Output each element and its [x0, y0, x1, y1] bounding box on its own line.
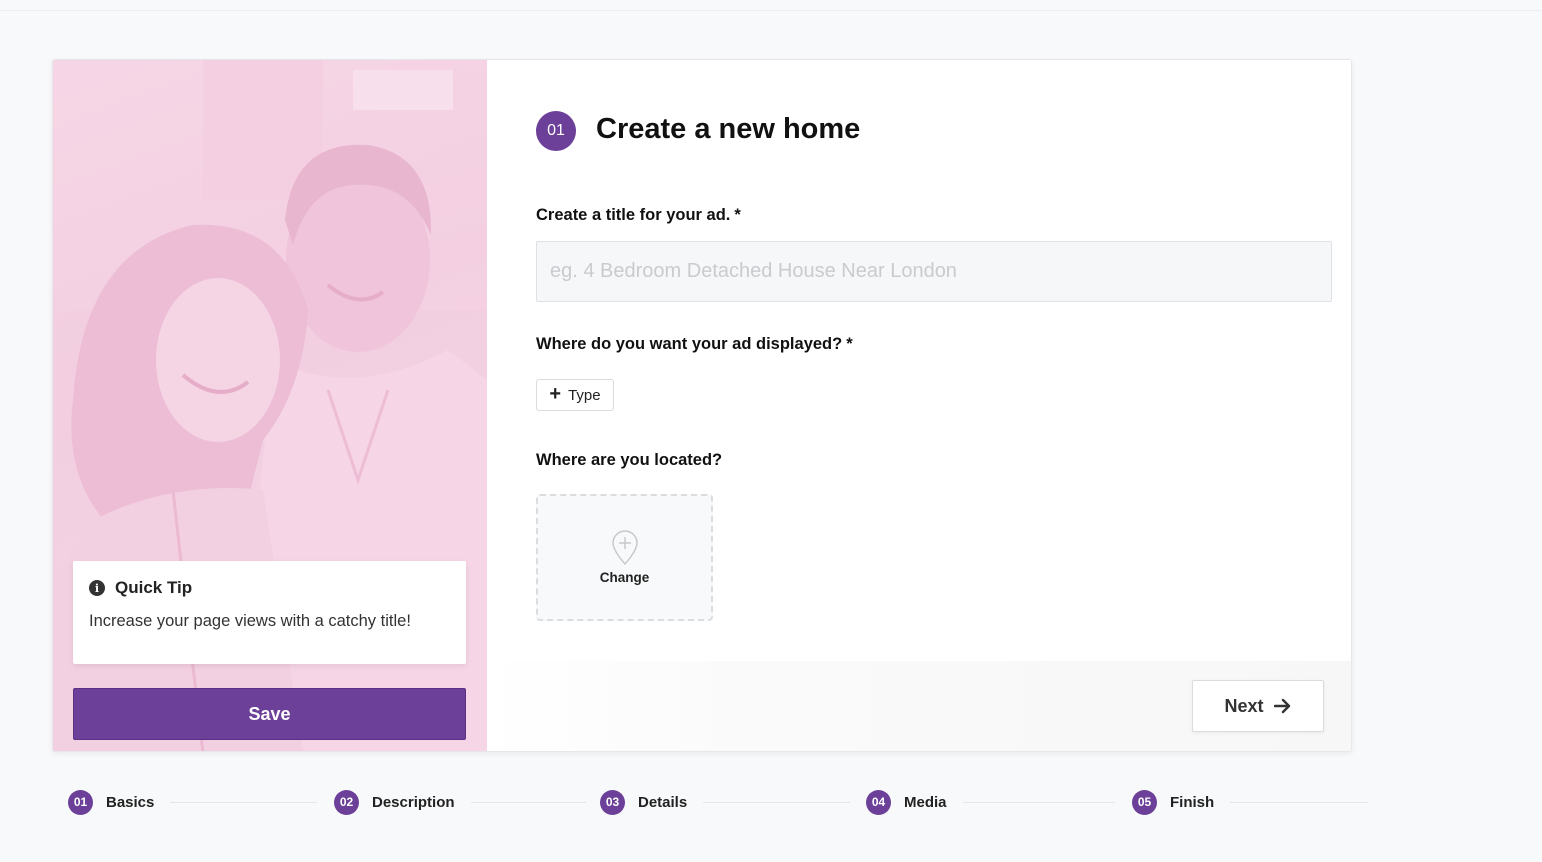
step-number: 04 [866, 789, 891, 815]
required-mark: * [846, 335, 853, 353]
change-location-button[interactable]: Change [536, 494, 713, 621]
display-field-label: Where do you want your ad displayed? * [536, 335, 853, 354]
next-button-label: Next [1224, 695, 1264, 716]
page-title: Create a new home [596, 113, 861, 145]
quick-tip-card: i Quick Tip Increase your page views wit… [73, 561, 466, 664]
step-label: Description [372, 793, 455, 811]
step-number: 02 [334, 789, 359, 815]
change-location-label: Change [599, 570, 650, 585]
next-button[interactable]: Next [1192, 680, 1324, 732]
hero-image-panel: i Quick Tip Increase your page views wit… [53, 60, 487, 751]
required-mark: * [734, 206, 741, 224]
save-button[interactable]: Save [73, 688, 466, 740]
title-field-label-text: Create a title for your ad. [536, 206, 731, 224]
step-label: Media [904, 793, 947, 811]
step-connector [170, 801, 318, 803]
step-label: Details [638, 793, 688, 811]
step-basics[interactable]: 01 Basics [68, 789, 318, 815]
form-panel: 01 Create a new home Create a title for … [487, 60, 1351, 751]
step-connector [470, 801, 586, 803]
ad-title-input[interactable] [536, 241, 1332, 302]
quick-tip-header: i Quick Tip [89, 578, 450, 598]
step-number: 01 [68, 789, 93, 815]
location-field-label: Where are you located? [536, 451, 723, 469]
step-label: Finish [1170, 793, 1215, 811]
top-divider [0, 10, 1542, 11]
info-circle-icon: i [89, 580, 105, 596]
step-media[interactable]: 04 Media [866, 789, 1115, 815]
add-type-button[interactable]: + Type [536, 379, 614, 411]
title-field-label: Create a title for your ad. * [536, 206, 741, 225]
wizard-stepper: 01 Basics 02 Description 03 Details 04 M… [68, 789, 1369, 815]
step-connector [1230, 801, 1369, 803]
step-details[interactable]: 03 Details [600, 789, 851, 815]
plus-icon: + [549, 383, 562, 405]
step-connector [703, 801, 851, 803]
arrow-right-icon [1273, 698, 1290, 714]
step-connector [962, 801, 1115, 803]
step-label: Basics [106, 793, 155, 811]
display-field-label-text: Where do you want your ad displayed? [536, 335, 843, 353]
map-pin-plus-icon [611, 530, 638, 566]
step-number: 03 [600, 789, 625, 815]
quick-tip-text: Increase your page views with a catchy t… [89, 612, 411, 630]
step-number: 05 [1132, 789, 1157, 815]
add-type-label: Type [568, 386, 601, 404]
step-finish[interactable]: 05 Finish [1132, 789, 1369, 815]
step-number-badge: 01 [536, 111, 576, 151]
quick-tip-title: Quick Tip [115, 578, 193, 597]
step-description[interactable]: 02 Description [334, 789, 586, 815]
wizard-card: i Quick Tip Increase your page views wit… [52, 59, 1352, 752]
